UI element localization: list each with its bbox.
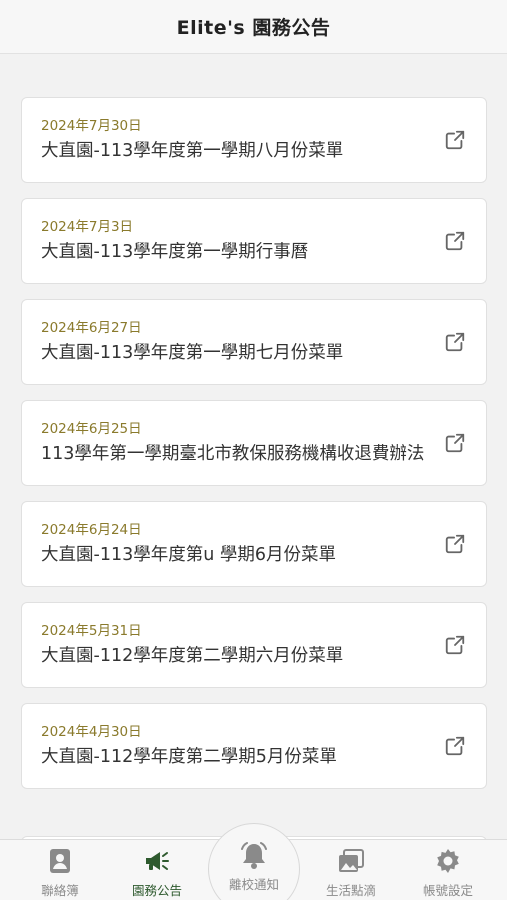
external-link-icon[interactable]: [444, 735, 466, 757]
gallery-icon: [339, 849, 364, 872]
gear-icon: [437, 849, 459, 873]
bell-icon: [241, 842, 267, 869]
nav-label: 聯絡簿: [41, 883, 79, 898]
announcement-title: 大直園-113學年度第一學期八月份菜單: [41, 141, 344, 161]
announcement-title: 113學年第一學期臺北市教保服務機構收退費辦法: [41, 444, 425, 464]
announcement-card[interactable]: 2024年5月31日 大直園-112學年度第二學期六月份菜單: [21, 602, 487, 688]
announcement-title: 大直園-112學年度第二學期5月份菜單: [41, 747, 337, 767]
announcement-title: 大直園-113學年度第一學期行事曆: [41, 242, 309, 262]
app-screen: Elite's 園務公告 2024年7月30日 大直園-113學年度第一學期八月…: [0, 0, 507, 900]
page-title: Elite's 園務公告: [176, 17, 331, 39]
nav-contact-book[interactable]: 聯絡簿: [15, 840, 105, 900]
nav-label: 生活點滴: [325, 883, 376, 898]
announcement-date: 2024年6月24日: [41, 522, 142, 538]
nav-announcements[interactable]: 園務公告: [112, 840, 202, 900]
announcement-date: 2024年6月25日: [41, 421, 142, 437]
announcement-card[interactable]: 2024年6月27日 大直園-113學年度第一學期七月份菜單: [21, 299, 487, 385]
announcement-card[interactable]: 2024年4月30日 大直園-112學年度第二學期5月份菜單: [21, 703, 487, 789]
external-link-icon[interactable]: [444, 331, 466, 353]
external-link-icon[interactable]: [444, 129, 466, 151]
announcement-date: 2024年6月27日: [41, 320, 142, 336]
announcement-card[interactable]: 2024年6月24日 大直園-113學年度第u 學期6月份菜單: [21, 501, 487, 587]
announcement-date: 2024年4月30日: [41, 724, 142, 740]
external-link-icon[interactable]: [444, 432, 466, 454]
nav-label: 帳號設定: [422, 883, 473, 898]
nav-label: 離校通知: [228, 877, 279, 892]
external-link-icon[interactable]: [444, 533, 466, 555]
external-link-icon[interactable]: [444, 230, 466, 252]
external-link-icon[interactable]: [444, 634, 466, 656]
announcement-card[interactable]: 2024年7月30日 大直園-113學年度第一學期八月份菜單: [21, 97, 487, 183]
nav-label: 園務公告: [131, 883, 182, 898]
announcement-title: 大直園-113學年度第一學期七月份菜單: [41, 343, 344, 363]
nav-leave-school-notice[interactable]: 離校通知: [208, 823, 300, 900]
top-bar: Elite's 園務公告: [0, 0, 507, 54]
megaphone-icon: [146, 852, 169, 870]
announcement-list: 2024年7月30日 大直園-113學年度第一學期八月份菜單 2024年7月3日…: [21, 97, 487, 804]
announcement-date: 2024年5月31日: [41, 623, 142, 639]
contact-book-icon: [50, 849, 70, 873]
announcement-date: 2024年7月30日: [41, 118, 142, 134]
announcement-date: 2024年7月3日: [41, 219, 134, 235]
nav-account-settings[interactable]: 帳號設定: [403, 840, 493, 900]
announcement-title: 大直園-113學年度第u 學期6月份菜單: [41, 545, 337, 565]
announcement-card[interactable]: 2024年7月3日 大直園-113學年度第一學期行事曆: [21, 198, 487, 284]
announcement-title: 大直園-112學年度第二學期六月份菜單: [41, 646, 344, 666]
nav-life-moments[interactable]: 生活點滴: [306, 840, 396, 900]
announcement-card[interactable]: 2024年6月25日 113學年第一學期臺北市教保服務機構收退費辦法: [21, 400, 487, 486]
